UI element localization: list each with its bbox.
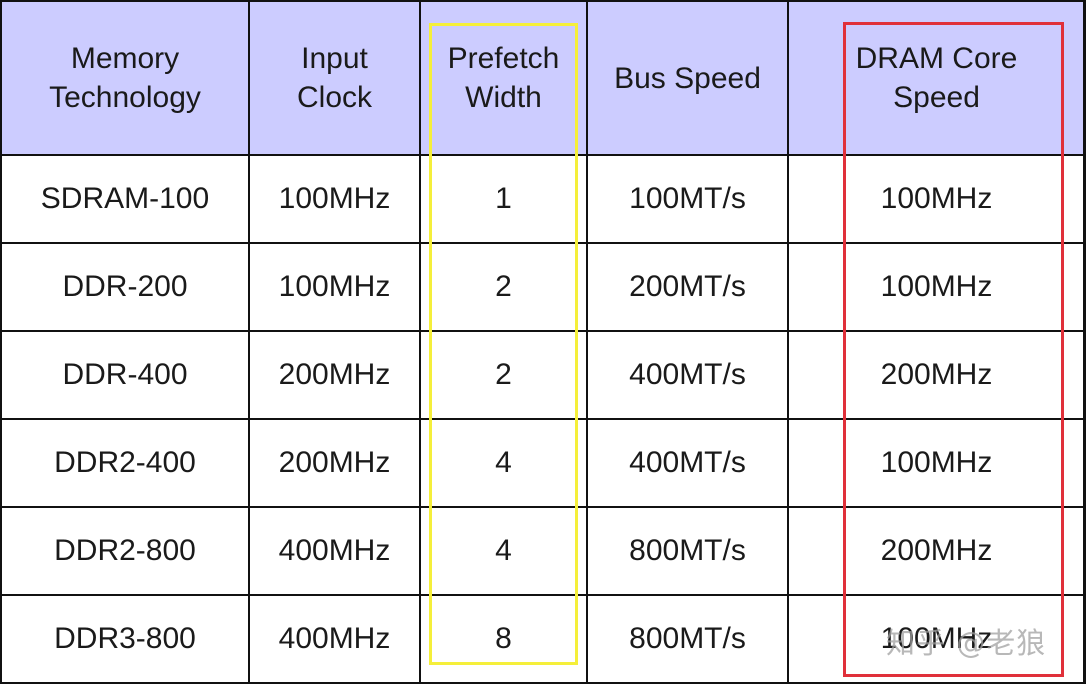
cell-input-clock: 100MHz xyxy=(248,154,421,244)
table-row: DDR2-400 200MHz 4 400MT/s 100MHz xyxy=(0,418,1086,508)
table-row: DDR-400 200MHz 2 400MT/s 200MHz xyxy=(0,330,1086,420)
table-row: DDR3-800 400MHz 8 800MT/s 100MHz xyxy=(0,594,1086,684)
cell-bus-speed: 400MT/s xyxy=(586,418,789,508)
cell-dram-core-speed: 100MHz xyxy=(787,594,1086,684)
cell-memory-technology: DDR2-400 xyxy=(0,418,250,508)
cell-dram-core-speed: 100MHz xyxy=(787,418,1086,508)
cell-prefetch-width: 2 xyxy=(419,330,588,420)
header-input-clock: Input Clock xyxy=(248,0,421,156)
cell-dram-core-speed: 100MHz xyxy=(787,242,1086,332)
cell-prefetch-width: 4 xyxy=(419,418,588,508)
memory-comparison-table: Memory Technology Input Clock Prefetch Widt… xyxy=(0,0,1086,684)
cell-memory-technology: DDR-200 xyxy=(0,242,250,332)
cell-dram-core-speed: 100MHz xyxy=(787,154,1086,244)
cell-prefetch-width: 2 xyxy=(419,242,588,332)
cell-input-clock: 400MHz xyxy=(248,594,421,684)
cell-memory-technology: DDR3-800 xyxy=(0,594,250,684)
header-bus-speed: Bus Speed xyxy=(586,0,789,156)
cell-bus-speed: 400MT/s xyxy=(586,330,789,420)
header-prefetch-width: Prefetch Width xyxy=(419,0,588,156)
header-row: Memory Technology Input Clock Prefetch Widt… xyxy=(0,0,1086,156)
cell-bus-speed: 800MT/s xyxy=(586,594,789,684)
cell-input-clock: 100MHz xyxy=(248,242,421,332)
cell-input-clock: 200MHz xyxy=(248,418,421,508)
table-row: SDRAM-100 100MHz 1 100MT/s 100MHz xyxy=(0,154,1086,244)
cell-bus-speed: 200MT/s xyxy=(586,242,789,332)
cell-prefetch-width: 4 xyxy=(419,506,588,596)
cell-bus-speed: 800MT/s xyxy=(586,506,789,596)
cell-input-clock: 200MHz xyxy=(248,330,421,420)
cell-dram-core-speed: 200MHz xyxy=(787,506,1086,596)
header-memory-technology: Memory Technology xyxy=(0,0,250,156)
table-row: DDR-200 100MHz 2 200MT/s 100MHz xyxy=(0,242,1086,332)
cell-dram-core-speed: 200MHz xyxy=(787,330,1086,420)
cell-prefetch-width: 1 xyxy=(419,154,588,244)
cell-bus-speed: 100MT/s xyxy=(586,154,789,244)
cell-memory-technology: DDR2-800 xyxy=(0,506,250,596)
cell-prefetch-width: 8 xyxy=(419,594,588,684)
table-row: DDR2-800 400MHz 4 800MT/s 200MHz xyxy=(0,506,1086,596)
cell-input-clock: 400MHz xyxy=(248,506,421,596)
header-dram-core-speed: DRAM Core Speed xyxy=(787,0,1086,156)
cell-memory-technology: DDR-400 xyxy=(0,330,250,420)
cell-memory-technology: SDRAM-100 xyxy=(0,154,250,244)
